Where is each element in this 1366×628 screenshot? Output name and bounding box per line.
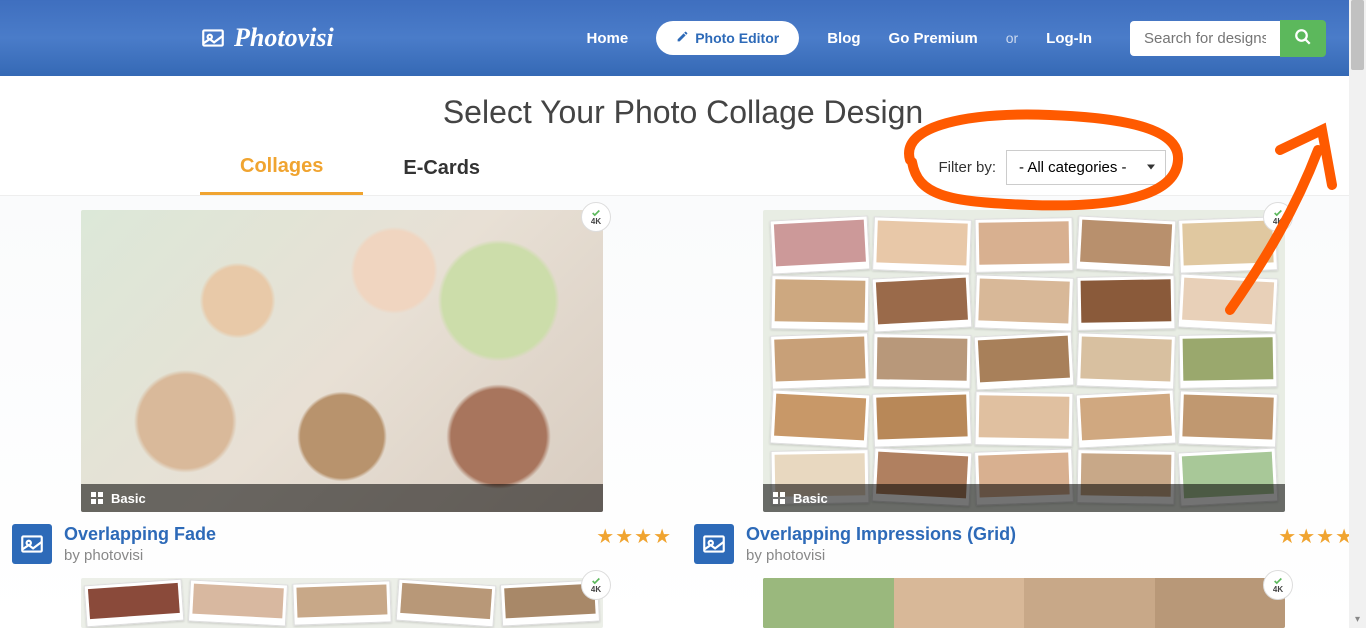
quality-label: 4K	[591, 585, 601, 594]
design-thumb-wrap[interactable]: 4K	[81, 578, 603, 628]
brand-name: Photovisi	[234, 23, 334, 53]
pencil-icon	[676, 30, 689, 46]
design-thumbnail: Basic	[763, 210, 1285, 512]
category-bar: Basic	[763, 484, 1285, 512]
nav-login[interactable]: Log-In	[1046, 30, 1092, 47]
category-label: Basic	[111, 491, 146, 506]
filter-category-dropdown[interactable]: - All categories -	[1006, 150, 1166, 185]
photo-editor-label: Photo Editor	[695, 30, 779, 46]
search-input[interactable]	[1130, 21, 1280, 56]
rating-stars: ★★★★	[596, 524, 672, 549]
nav-go-premium[interactable]: Go Premium	[889, 30, 978, 47]
design-card: 4K	[690, 578, 1358, 628]
grid-icon	[773, 492, 785, 504]
quality-badge: 4K	[1263, 570, 1293, 600]
tabs-row: Collages E-Cards Filter by: - All catego…	[0, 139, 1366, 196]
page-title: Select Your Photo Collage Design	[0, 76, 1366, 139]
search-icon	[1294, 28, 1312, 49]
filter-area: Filter by: - All categories -	[938, 150, 1166, 185]
scrollbar-down-arrow[interactable]: ▾	[1349, 611, 1366, 628]
nav-bar: Home Photo Editor Blog Go Premium or Log…	[587, 20, 1326, 57]
scrollbar-thumb[interactable]	[1351, 0, 1364, 70]
design-thumbnail: Basic	[81, 210, 603, 512]
nav-home[interactable]: Home	[587, 30, 629, 47]
design-type-icon	[694, 524, 734, 564]
quality-label: 4K	[1273, 217, 1283, 226]
gallery-row: Basic 4K Overlapping Fade by photovisi ★…	[0, 210, 1366, 564]
nav-or-separator: or	[1006, 30, 1018, 46]
design-thumb-wrap[interactable]: Basic 4K	[81, 210, 603, 512]
quality-badge: 4K	[581, 202, 611, 232]
design-author: by photovisi	[64, 547, 584, 564]
design-thumbnail	[763, 578, 1285, 628]
card-meta: Overlapping Fade by photovisi ★★★★	[8, 512, 676, 564]
card-meta: Overlapping Impressions (Grid) by photov…	[690, 512, 1358, 564]
design-title[interactable]: Overlapping Impressions (Grid)	[746, 524, 1266, 545]
design-gallery: Basic 4K Overlapping Fade by photovisi ★…	[0, 196, 1366, 628]
quality-badge: 4K	[1263, 202, 1293, 232]
quality-label: 4K	[591, 217, 601, 226]
design-author: by photovisi	[746, 547, 1266, 564]
gallery-row: 4K 4K	[0, 578, 1366, 628]
design-card: 4K	[8, 578, 676, 628]
design-thumbnail	[81, 578, 603, 628]
quality-badge: 4K	[581, 570, 611, 600]
design-title[interactable]: Overlapping Fade	[64, 524, 584, 545]
tab-ecards[interactable]: E-Cards	[363, 141, 520, 194]
search-container	[1130, 20, 1326, 57]
filter-label: Filter by:	[938, 159, 996, 176]
tab-collages[interactable]: Collages	[200, 139, 363, 195]
logo-icon	[200, 25, 226, 51]
main-header: Photovisi Home Photo Editor Blog Go Prem…	[0, 0, 1366, 76]
category-label: Basic	[793, 491, 828, 506]
design-thumb-wrap[interactable]: 4K	[763, 578, 1285, 628]
category-bar: Basic	[81, 484, 603, 512]
photo-editor-button[interactable]: Photo Editor	[656, 21, 799, 55]
brand-logo[interactable]: Photovisi	[200, 23, 334, 53]
search-button[interactable]	[1280, 20, 1326, 57]
rating-stars: ★★★★	[1278, 524, 1354, 549]
design-type-icon	[12, 524, 52, 564]
design-card: Basic 4K Overlapping Fade by photovisi ★…	[8, 210, 676, 564]
scrollbar-track[interactable]	[1349, 0, 1366, 628]
nav-blog[interactable]: Blog	[827, 30, 860, 47]
quality-label: 4K	[1273, 585, 1283, 594]
design-card: Basic 4K Overlapping Impressions (Grid) …	[690, 210, 1358, 564]
design-thumb-wrap[interactable]: Basic 4K	[763, 210, 1285, 512]
grid-icon	[91, 492, 103, 504]
